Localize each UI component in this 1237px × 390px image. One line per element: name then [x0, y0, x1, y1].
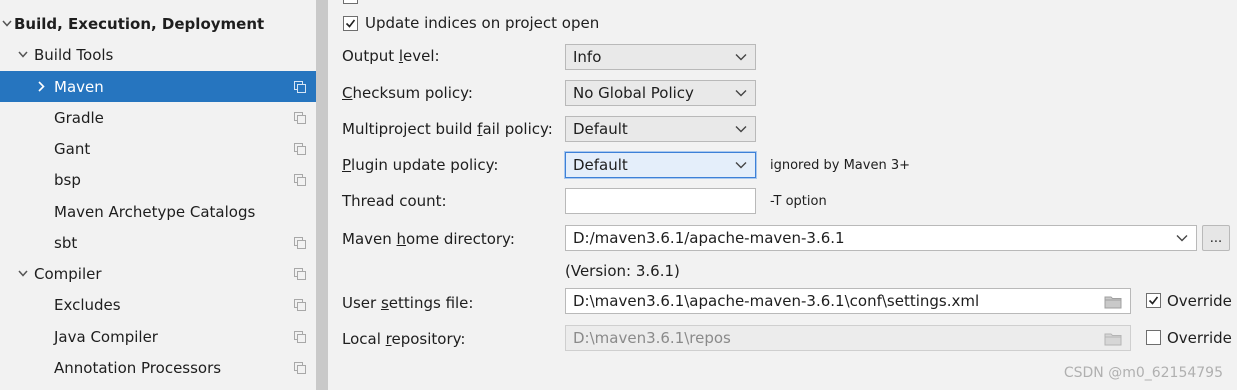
tree-item-gant[interactable]: Gant	[0, 133, 316, 164]
settings-tree: Build, Execution, Deployment Build Tools…	[0, 0, 316, 390]
user-settings-value: D:\maven3.6.1\apache-maven-3.6.1\conf\se…	[573, 292, 980, 310]
tree-item-label: sbt	[54, 233, 78, 252]
checksum-policy-label: Checksum policy:	[342, 84, 473, 102]
maven-home-label: Maven home directory:	[342, 230, 515, 248]
tree-item-label: bsp	[54, 170, 81, 189]
local-repository-override-checkbox[interactable]	[1146, 330, 1161, 345]
folder-icon[interactable]	[1104, 332, 1122, 346]
project-settings-icon	[294, 298, 308, 312]
project-settings-icon	[294, 142, 308, 156]
multiproject-fail-policy-value: Default	[573, 120, 628, 138]
local-repository-value: D:\maven3.6.1\repos	[573, 329, 731, 347]
plugin-update-policy-select[interactable]: Default	[565, 152, 756, 178]
maven-home-combo[interactable]: D:/maven3.6.1/apache-maven-3.6.1	[565, 225, 1197, 251]
user-settings-input[interactable]: D:\maven3.6.1\apache-maven-3.6.1\conf\se…	[565, 288, 1131, 314]
output-level-select[interactable]: Info	[565, 44, 756, 70]
chevron-down-icon	[735, 90, 747, 97]
tree-item-label: Annotation Processors	[54, 358, 222, 377]
multiproject-fail-policy-select[interactable]: Default	[565, 116, 756, 142]
update-indices-checkbox[interactable]	[343, 16, 358, 31]
thread-count-label: Thread count:	[342, 192, 447, 210]
chevron-down-icon	[735, 126, 747, 133]
tree-item-label: Java Compiler	[54, 327, 158, 346]
tree-item-compiler[interactable]: Compiler	[0, 258, 316, 289]
local-repository-input[interactable]: D:\maven3.6.1\repos	[565, 325, 1131, 351]
tree-item-label: Gradle	[54, 108, 104, 127]
tree-item-bsp[interactable]: bsp	[0, 164, 316, 195]
thread-count-hint: -T option	[770, 194, 827, 209]
tree-item-java-compiler[interactable]: Java Compiler	[0, 321, 316, 352]
tree-item-gradle[interactable]: Gradle	[0, 102, 316, 133]
local-repository-override-label: Override	[1167, 329, 1232, 347]
project-settings-icon	[294, 80, 308, 94]
chevron-down-icon[interactable]	[16, 47, 30, 61]
chevron-down-icon	[735, 54, 747, 61]
tree-item-label: Excludes	[54, 295, 121, 314]
tree-item-excludes[interactable]: Excludes	[0, 289, 316, 320]
user-settings-override-checkbox[interactable]	[1146, 293, 1161, 308]
checksum-policy-value: No Global Policy	[573, 84, 694, 102]
tree-item-label: Maven Archetype Catalogs	[54, 202, 256, 221]
project-settings-icon	[294, 361, 308, 375]
folder-icon[interactable]	[1104, 295, 1122, 309]
maven-settings-panel: Update indices on project open Output le…	[328, 0, 1237, 390]
thread-count-input[interactable]	[565, 188, 756, 214]
watermark: CSDN @m0_62154795	[1063, 365, 1223, 381]
maven-home-browse-button[interactable]: ...	[1202, 225, 1230, 251]
multiproject-fail-policy-label: Multiproject build fail policy:	[342, 120, 553, 138]
project-settings-icon	[294, 173, 308, 187]
user-settings-override-label: Override	[1167, 292, 1232, 310]
user-settings-label: User settings file:	[342, 294, 474, 312]
tree-item-label: Build Tools	[34, 45, 114, 64]
clipped-checkbox[interactable]	[343, 0, 358, 4]
tree-item-build-tools[interactable]: Build Tools	[0, 39, 316, 70]
output-level-value: Info	[573, 48, 602, 66]
maven-version-label: (Version: 3.6.1)	[565, 262, 680, 280]
checksum-policy-select[interactable]: No Global Policy	[565, 80, 756, 106]
chevron-right-icon[interactable]	[34, 79, 48, 93]
output-level-label: Output level:	[342, 47, 440, 65]
tree-item-label: Gant	[54, 139, 91, 158]
tree-item-label: Build, Execution, Deployment	[14, 14, 265, 33]
local-repository-label: Local repository:	[342, 330, 466, 348]
project-settings-icon	[294, 330, 308, 344]
project-settings-icon	[294, 111, 308, 125]
plugin-update-policy-hint: ignored by Maven 3+	[770, 158, 910, 173]
tree-item-label: Compiler	[34, 264, 102, 283]
project-settings-icon	[294, 236, 308, 250]
chevron-down-icon	[1176, 235, 1188, 242]
update-indices-label: Update indices on project open	[365, 14, 600, 32]
plugin-update-policy-value: Default	[573, 156, 628, 174]
tree-item-build-execution-deployment[interactable]: Build, Execution, Deployment	[0, 8, 316, 39]
maven-home-value: D:/maven3.6.1/apache-maven-3.6.1	[573, 229, 845, 247]
plugin-update-policy-label: Plugin update policy:	[342, 156, 499, 174]
project-settings-icon	[294, 267, 308, 281]
chevron-down-icon[interactable]	[16, 266, 30, 280]
tree-item-maven-archetype-catalogs[interactable]: Maven Archetype Catalogs	[0, 196, 316, 227]
tree-item-sbt[interactable]: sbt	[0, 227, 316, 258]
tree-item-label: Maven	[54, 77, 104, 96]
tree-item-maven[interactable]: Maven	[0, 71, 316, 102]
panel-splitter[interactable]	[316, 0, 328, 390]
chevron-down-icon	[735, 162, 747, 169]
chevron-down-icon[interactable]	[0, 16, 14, 30]
tree-item-annotation-processors[interactable]: Annotation Processors	[0, 352, 316, 383]
